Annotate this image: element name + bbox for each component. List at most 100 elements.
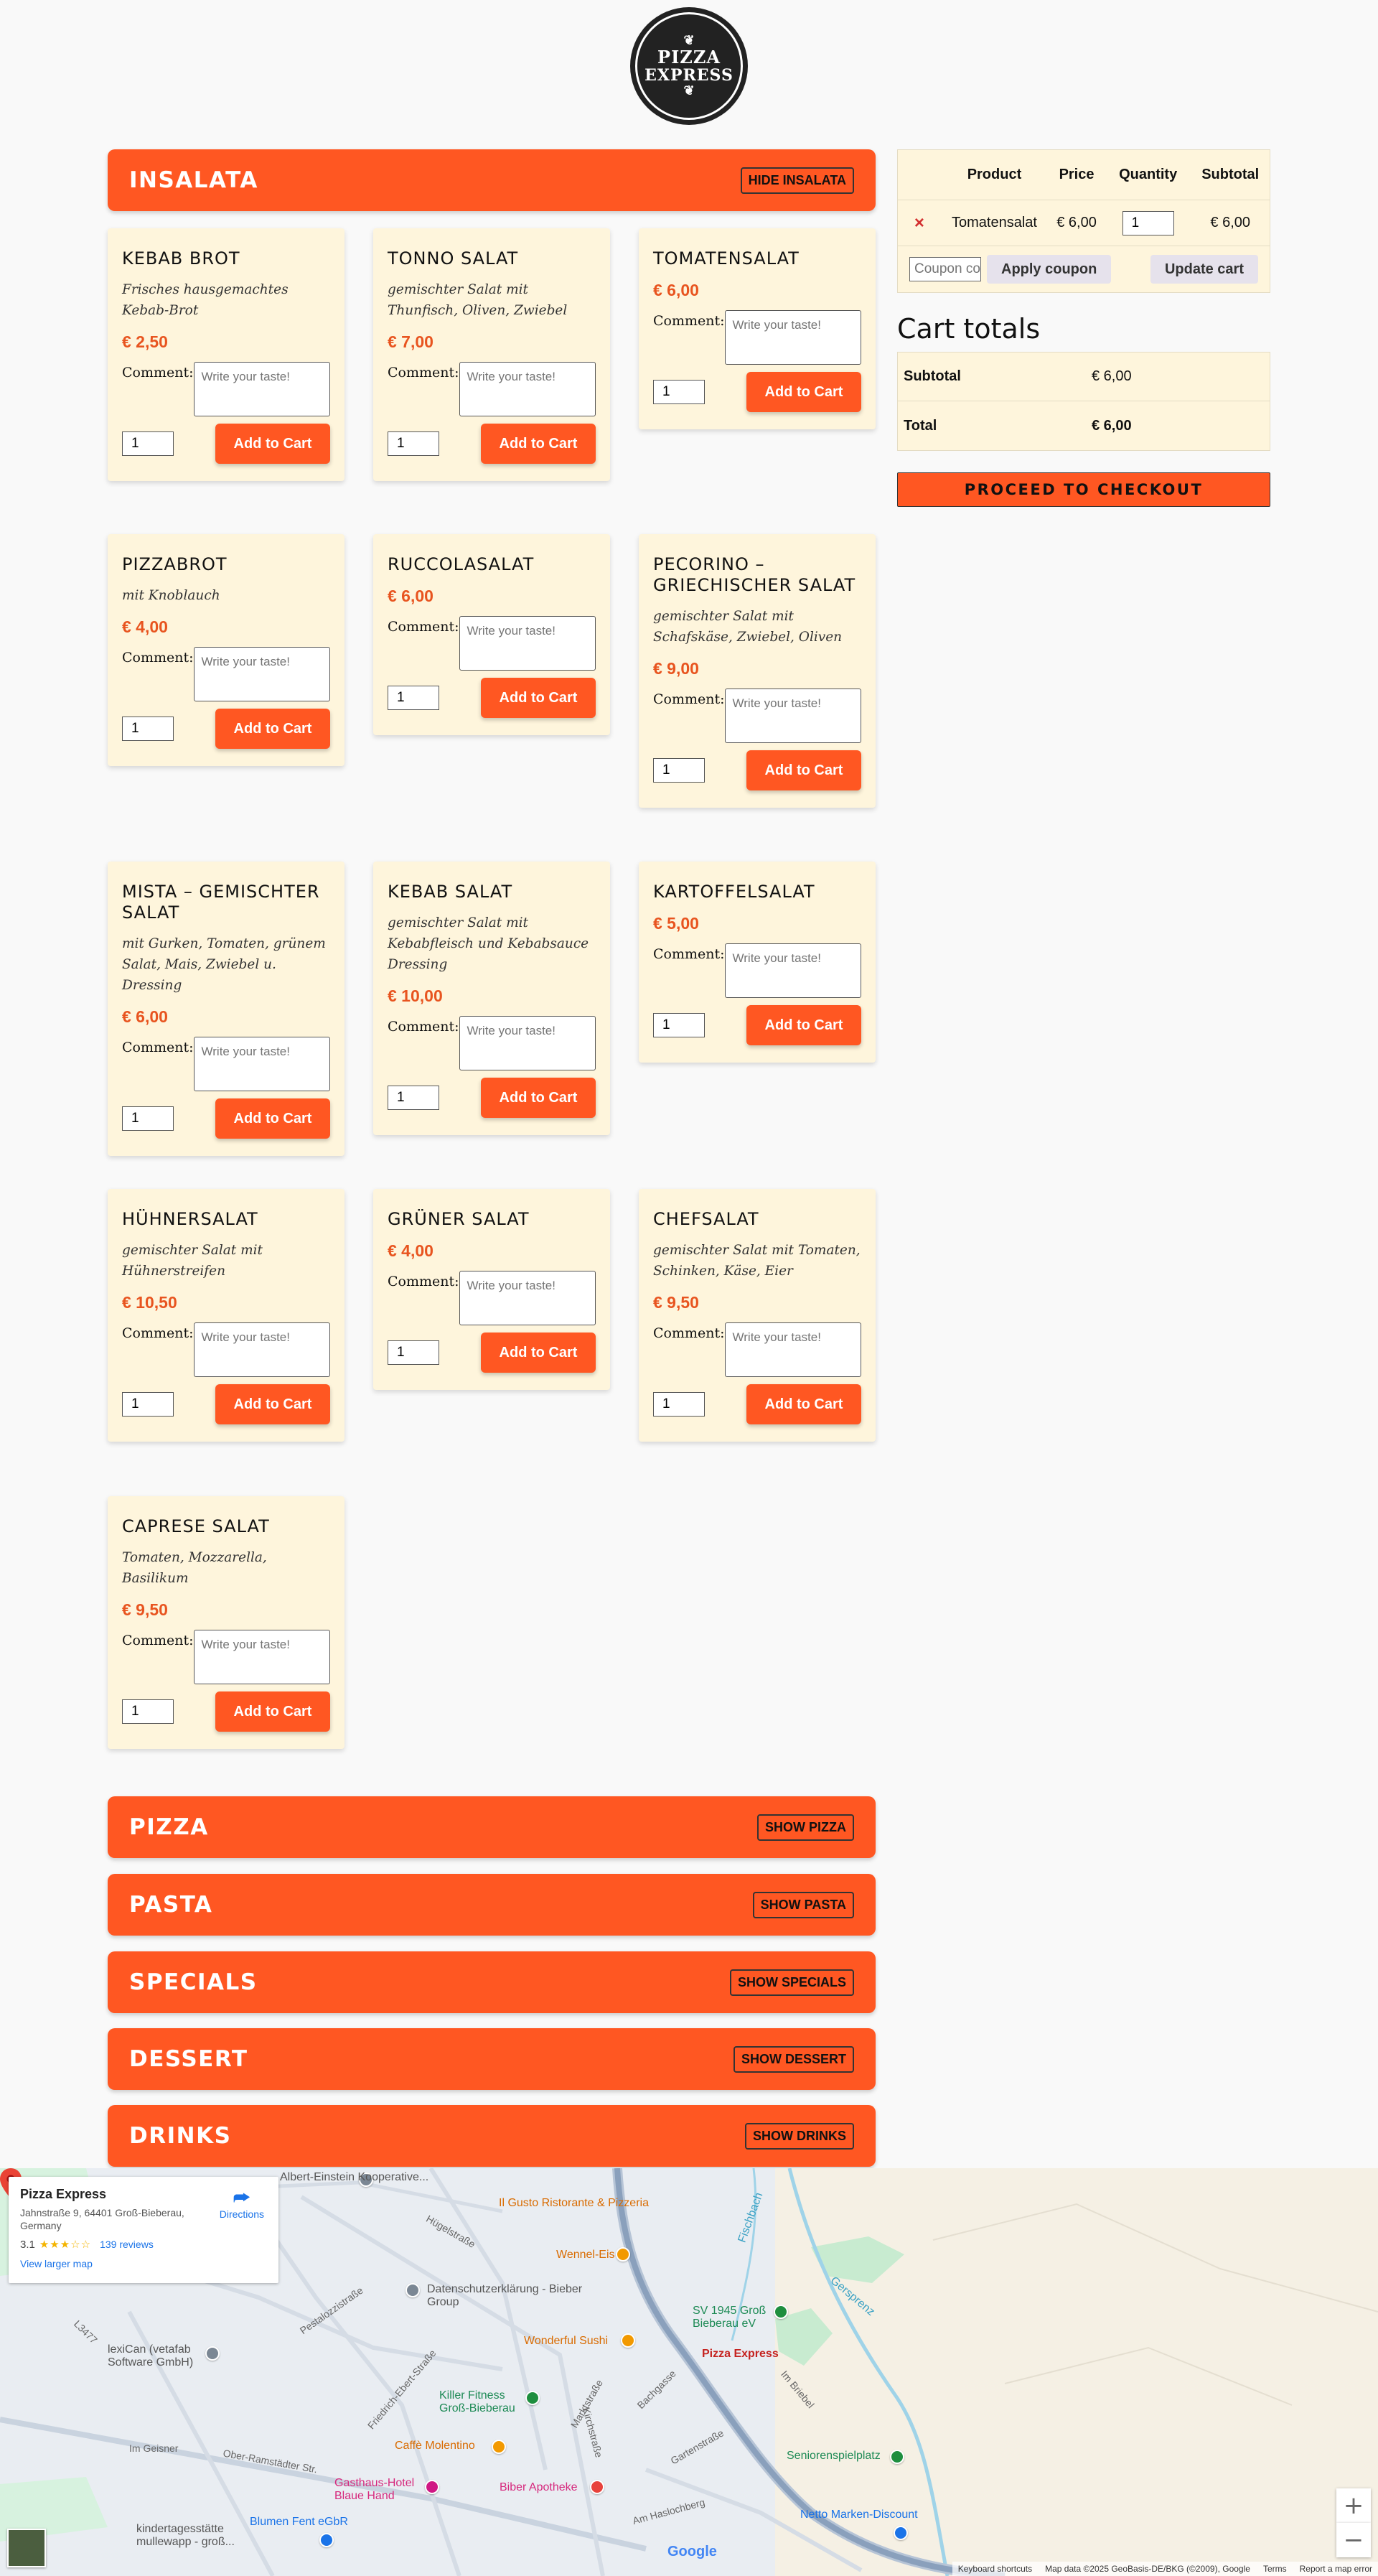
office-poi-icon[interactable]	[406, 2283, 420, 2297]
quantity-input[interactable]	[653, 1392, 705, 1417]
comment-input[interactable]	[724, 689, 861, 743]
poi-gasthaus[interactable]: Gasthaus-Hotel Blaue Hand	[334, 2477, 421, 2503]
poi-pizza-express[interactable]: Pizza Express	[702, 2348, 779, 2361]
header-subtotal: Subtotal	[1201, 167, 1260, 182]
show-pasta-button[interactable]: SHOW PASTA	[752, 1891, 854, 1918]
poi-netto[interactable]: Netto Marken-Discount	[800, 2509, 918, 2521]
add-to-cart-button[interactable]: Add to Cart	[215, 709, 330, 749]
add-to-cart-button[interactable]: Add to Cart	[215, 1691, 330, 1732]
poi-killer-fitness[interactable]: Killer Fitness Groß-Bieberau	[439, 2389, 525, 2415]
add-to-cart-button[interactable]: Add to Cart	[215, 424, 330, 464]
quantity-input[interactable]	[122, 1392, 174, 1417]
google-map[interactable]: Albert-Einstein Kooperative... Il Gusto …	[0, 2168, 1378, 2576]
poi-seniorenspielplatz[interactable]: Seniorenspielplatz	[787, 2450, 881, 2463]
quantity-input[interactable]	[388, 1340, 439, 1365]
zoom-out-button[interactable]: −	[1336, 2523, 1371, 2557]
quantity-input[interactable]	[122, 1106, 174, 1131]
map-info-card: Pizza Express Jahnstraße 9, 64401 Groß-B…	[9, 2177, 278, 2283]
add-to-cart-button[interactable]: Add to Cart	[746, 1005, 861, 1045]
add-to-cart-button[interactable]: Add to Cart	[215, 1098, 330, 1139]
quantity-input[interactable]	[653, 1013, 705, 1037]
category-bar-drinks: DRINKS SHOW DRINKS	[108, 2105, 876, 2167]
proceed-to-checkout-button[interactable]: PROCEED TO CHECKOUT	[897, 472, 1270, 507]
poi-datenschutz[interactable]: Datenschutzerklärung - Bieber Group	[427, 2283, 585, 2309]
comment-input[interactable]	[459, 616, 596, 671]
update-cart-button[interactable]: Update cart	[1150, 255, 1258, 284]
quantity-input[interactable]	[653, 380, 705, 404]
cart-totals-title: Cart totals	[897, 313, 1041, 345]
poi-caffe-molentino[interactable]: Caffè Molentino	[395, 2440, 475, 2453]
cart-quantity-input[interactable]	[1122, 210, 1174, 235]
poi-albert-einstein[interactable]: Albert-Einstein Kooperative...	[280, 2171, 428, 2184]
category-bar-insalata: INSALATA HIDE INSALATA	[108, 149, 876, 211]
remove-item-icon[interactable]: ×	[898, 213, 941, 233]
quantity-input[interactable]	[388, 1086, 439, 1110]
hide-insalata-button[interactable]: HIDE INSALATA	[740, 167, 854, 194]
apply-coupon-button[interactable]: Apply coupon	[987, 255, 1112, 284]
comment-input[interactable]	[459, 1016, 596, 1070]
cafe-poi-icon[interactable]	[492, 2440, 506, 2454]
comment-input[interactable]	[193, 1322, 330, 1377]
rating-value: 3.1	[20, 2238, 35, 2251]
report-map-error-link[interactable]: Report a map error	[1300, 2564, 1372, 2574]
add-to-cart-button[interactable]: Add to Cart	[481, 678, 596, 718]
quantity-input[interactable]	[122, 717, 174, 741]
comment-input[interactable]	[724, 310, 861, 365]
view-larger-map-link[interactable]: View larger map	[20, 2258, 267, 2269]
poi-kindertagesstaette[interactable]: kindertagesstätte mullewapp - groß...	[136, 2523, 244, 2549]
comment-input[interactable]	[459, 362, 596, 416]
add-to-cart-button[interactable]: Add to Cart	[746, 750, 861, 790]
poi-il-gusto[interactable]: Il Gusto Ristorante & Pizzeria	[499, 2197, 649, 2210]
poi-sv1945[interactable]: SV 1945 Groß Bieberau eV	[693, 2305, 772, 2330]
product-price: € 2,50	[122, 332, 168, 351]
add-to-cart-button[interactable]: Add to Cart	[746, 1384, 861, 1424]
ice-cream-poi-icon[interactable]	[616, 2247, 630, 2262]
map-type-toggle[interactable]	[7, 2529, 46, 2567]
quantity-input[interactable]	[122, 431, 174, 456]
pharmacy-poi-icon[interactable]	[590, 2480, 604, 2494]
add-to-cart-button[interactable]: Add to Cart	[481, 1078, 596, 1118]
add-to-cart-button[interactable]: Add to Cart	[481, 1333, 596, 1373]
poi-lexican[interactable]: lexiCan (vetafab Software GmbH)	[108, 2343, 208, 2369]
show-pizza-button[interactable]: SHOW PIZZA	[757, 1814, 854, 1841]
add-to-cart-button[interactable]: Add to Cart	[481, 424, 596, 464]
gym-poi-icon[interactable]	[525, 2391, 540, 2405]
google-logo-text: Google	[667, 2544, 717, 2559]
show-drinks-button[interactable]: SHOW DRINKS	[745, 2122, 854, 2150]
poi-blumen-fent[interactable]: Blumen Fent eGbR	[250, 2516, 348, 2529]
pizza-express-logo[interactable]: ❦ PIZZA EXPRESS ❦	[630, 7, 748, 125]
add-to-cart-button[interactable]: Add to Cart	[746, 372, 861, 412]
comment-input[interactable]	[724, 943, 861, 998]
comment-input[interactable]	[193, 647, 330, 701]
quantity-input[interactable]	[653, 758, 705, 783]
product-price: € 6,00	[388, 587, 433, 605]
product-name: MISTA – GEMISCHTER SALAT	[122, 882, 320, 923]
sports-club-poi-icon[interactable]	[774, 2305, 788, 2319]
comment-input[interactable]	[193, 1037, 330, 1091]
totals-subtotal-row: Subtotal € 6,00	[898, 353, 1270, 401]
reviews-link[interactable]: 139 reviews	[100, 2239, 154, 2250]
shop-poi-icon[interactable]	[894, 2526, 908, 2540]
quantity-input[interactable]	[388, 686, 439, 710]
quantity-input[interactable]	[122, 1699, 174, 1724]
playground-poi-icon[interactable]	[890, 2450, 904, 2464]
show-dessert-button[interactable]: SHOW DESSERT	[733, 2045, 854, 2073]
quantity-input[interactable]	[388, 431, 439, 456]
zoom-in-button[interactable]: +	[1336, 2488, 1371, 2523]
coupon-input[interactable]	[909, 257, 981, 281]
add-to-cart-button[interactable]: Add to Cart	[215, 1384, 330, 1424]
comment-input[interactable]	[193, 1630, 330, 1684]
poi-biber-apotheke[interactable]: Biber Apotheke	[500, 2481, 578, 2494]
poi-wennel-eis[interactable]: Wennel-Eis	[556, 2249, 615, 2262]
comment-input[interactable]	[193, 362, 330, 416]
flower-shop-poi-icon[interactable]	[319, 2533, 334, 2547]
comment-input[interactable]	[459, 1271, 596, 1325]
directions-button[interactable]: ⮫ Directions	[220, 2187, 264, 2220]
poi-wonderful-sushi[interactable]: Wonderful Sushi	[524, 2335, 608, 2348]
keyboard-shortcuts-link[interactable]: Keyboard shortcuts	[958, 2564, 1032, 2574]
comment-input[interactable]	[724, 1322, 861, 1377]
hotel-poi-icon[interactable]	[425, 2480, 439, 2494]
sushi-poi-icon[interactable]	[621, 2333, 635, 2348]
terms-link[interactable]: Terms	[1263, 2564, 1287, 2574]
show-specials-button[interactable]: SHOW SPECIALS	[729, 1969, 854, 1996]
